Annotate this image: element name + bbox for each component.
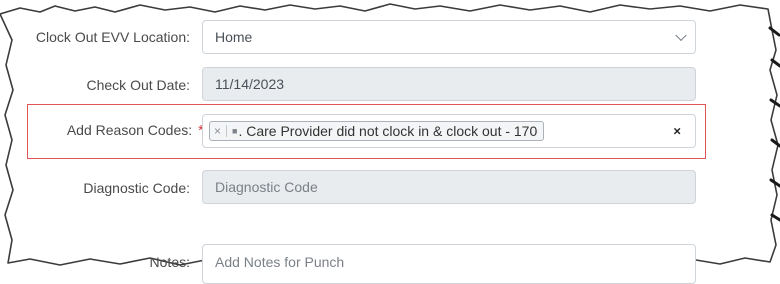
reason-codes-label-wrap: Add Reason Codes:* [67,122,204,139]
clock-out-location-label: Clock Out EVV Location: [35,29,190,45]
reason-codes-multiselect[interactable]: × ■ . Care Provider did not clock in & c… [202,114,696,148]
redacted-mark: ■ [232,126,238,136]
tag-divider [226,125,228,137]
notes-placeholder: Add Notes for Punch [215,254,345,270]
chevron-down-icon [675,29,687,42]
diagnostic-code-input[interactable]: Diagnostic Code [202,170,696,204]
clock-out-location-select[interactable]: Home [202,20,696,54]
clock-out-location-value: Home [215,29,253,45]
check-out-date-field: 11/14/2023 [202,67,696,101]
notes-label: Notes: [149,254,190,270]
check-out-date-label: Check Out Date: [86,77,191,93]
reason-code-tag: × ■ . Care Provider did not clock in & c… [209,121,545,141]
check-out-date-value: 11/14/2023 [215,76,285,92]
tag-remove-icon[interactable]: × [214,124,221,138]
reason-codes-label: Add Reason Codes: [66,122,193,138]
close-icon[interactable]: × [673,124,681,139]
notes-textarea[interactable]: Add Notes for Punch [202,244,696,284]
diagnostic-code-label: Diagnostic Code: [83,180,190,196]
diagnostic-code-placeholder: Diagnostic Code [215,179,318,195]
reason-code-tag-text: . Care Provider did not clock in & clock… [238,123,538,139]
